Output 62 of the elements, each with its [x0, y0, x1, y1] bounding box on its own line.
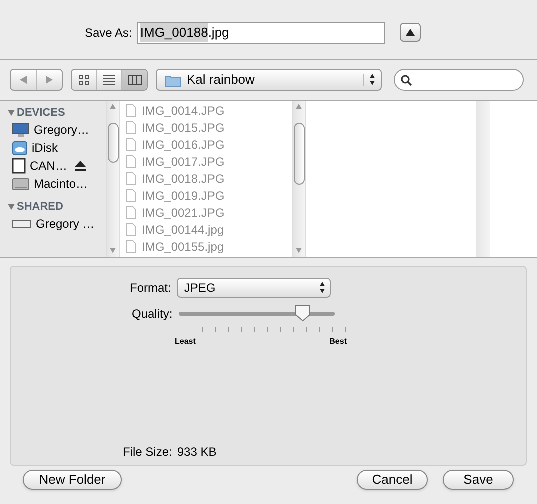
- back-arrow-icon: [20, 76, 28, 84]
- scroll-down-arrow-icon: [296, 248, 302, 254]
- search-field[interactable]: [394, 69, 524, 91]
- up-arrow-icon: [320, 282, 325, 287]
- network-drive-icon: [12, 220, 32, 228]
- file-name-field[interactable]: IMG_00188.jpg: [137, 22, 386, 44]
- search-icon: [401, 74, 412, 86]
- sidebar-heading: SHARED: [17, 200, 64, 215]
- sidebar-item[interactable]: Gregory …: [36, 215, 95, 233]
- scrollbar[interactable]: [292, 101, 306, 257]
- format-popup[interactable]: JPEG: [177, 278, 332, 298]
- slider-thumb[interactable]: [295, 305, 312, 322]
- scroll-thumb[interactable]: [294, 123, 305, 185]
- document-icon: [126, 121, 136, 134]
- back-forward-control[interactable]: [10, 69, 63, 91]
- card-icon: [12, 158, 26, 174]
- expand-button[interactable]: [400, 23, 422, 42]
- columns-view-icon: [128, 75, 142, 85]
- sidebar-item[interactable]: Macinto…: [34, 175, 88, 193]
- scrollbar[interactable]: [106, 101, 120, 257]
- view-mode-button[interactable]: [97, 70, 122, 90]
- down-arrow-icon: [320, 289, 325, 294]
- scroll-thumb[interactable]: [108, 123, 119, 163]
- cancel-button[interactable]: Cancel: [357, 470, 428, 490]
- quality-label: Quality:: [132, 306, 173, 323]
- location-popup[interactable]: Kal rainbow: [156, 69, 382, 91]
- view-mode-button[interactable]: [122, 70, 147, 90]
- file-size-value: 933 KB: [177, 444, 217, 461]
- document-icon: [126, 240, 136, 253]
- monitor-icon: [12, 122, 30, 138]
- list-view-icon: [103, 75, 115, 85]
- sidebar-heading: DEVICES: [17, 106, 66, 121]
- quality-slider[interactable]: [178, 304, 335, 324]
- down-arrow-icon: [370, 81, 375, 86]
- forward-arrow-icon: [46, 76, 54, 84]
- disclosure-triangle-icon: [8, 110, 15, 116]
- scroll-up-arrow-icon: [296, 104, 302, 110]
- sidebar-item[interactable]: Gregory…: [34, 121, 90, 139]
- folder-icon: [165, 74, 181, 86]
- eject-icon[interactable]: [75, 161, 86, 171]
- document-icon: [126, 223, 136, 236]
- document-icon: [126, 206, 136, 219]
- sidebar-item[interactable]: iDisk: [32, 139, 58, 157]
- document-icon: [126, 155, 136, 168]
- file-size-label: File Size:: [123, 444, 172, 461]
- grid-view-icon: [78, 74, 90, 86]
- scroll-down-arrow-icon: [110, 248, 116, 254]
- document-icon: [126, 104, 136, 117]
- document-icon: [126, 172, 136, 185]
- up-arrow-icon: [370, 74, 375, 79]
- format-label: Format:: [130, 280, 172, 297]
- best-label: Best: [330, 336, 347, 348]
- least-label: Least: [175, 336, 196, 348]
- new-folder-button[interactable]: New Folder: [23, 470, 122, 490]
- disclosure-triangle-icon: [8, 204, 15, 210]
- sidebar-item[interactable]: CAN…: [30, 157, 68, 175]
- save-button[interactable]: Save: [443, 470, 514, 490]
- document-icon: [126, 189, 136, 202]
- view-mode-button[interactable]: [72, 70, 97, 90]
- save-as-label: Save As:: [85, 24, 132, 42]
- document-icon: [126, 138, 136, 151]
- scroll-up-arrow-icon: [110, 104, 116, 110]
